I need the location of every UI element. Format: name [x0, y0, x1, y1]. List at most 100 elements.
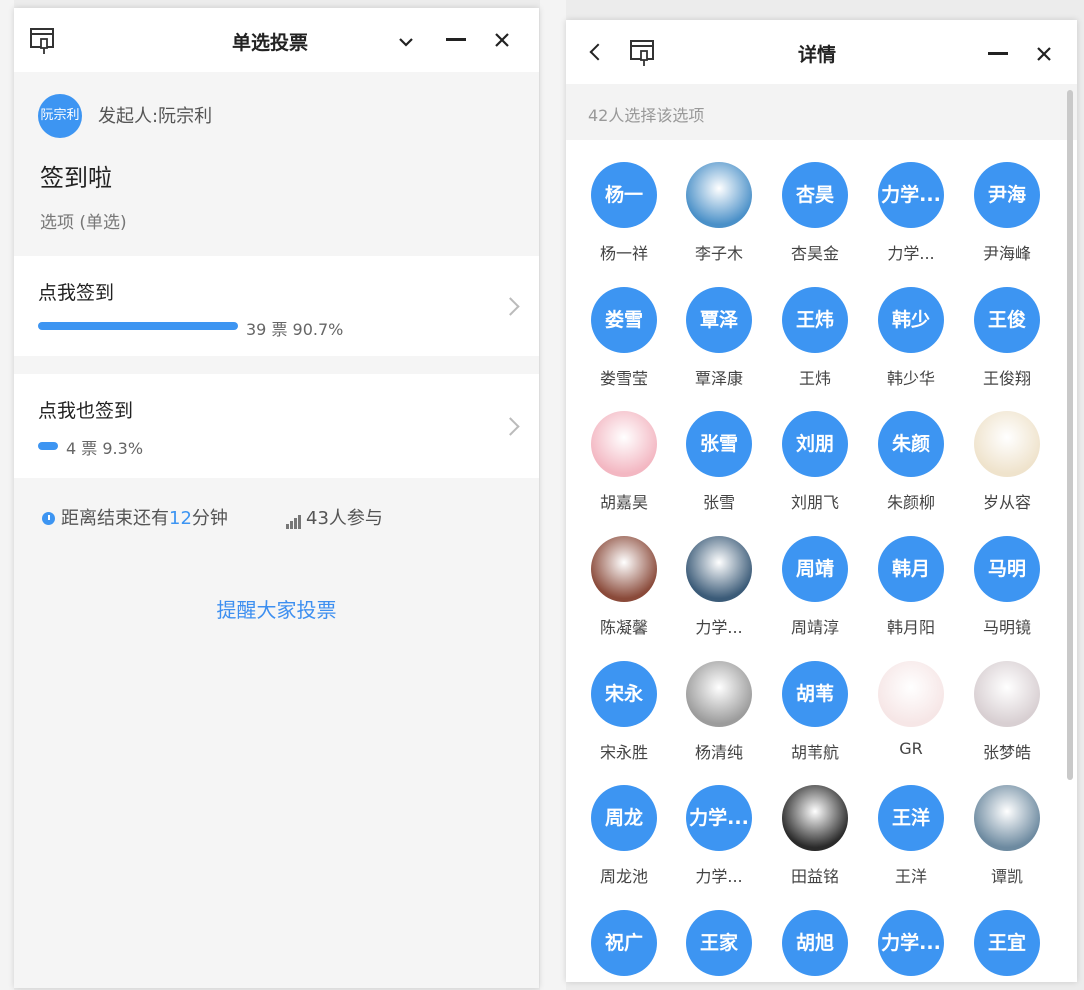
- deadline-suffix: 分钟: [191, 508, 228, 529]
- voter-name: 朱颜柳: [886, 493, 935, 512]
- voter-name: 胡苇航: [790, 743, 839, 762]
- option-card-1[interactable]: 点我签到 39 票 90.7%: [14, 256, 539, 356]
- close-icon[interactable]: [494, 32, 510, 48]
- option-stats: 4 票 9.3%: [66, 435, 143, 459]
- clock-icon: [42, 512, 55, 525]
- voter-avatar: 周靖: [782, 536, 848, 602]
- vote-window-titlebar: 单选投票: [14, 8, 539, 72]
- voter-avatar: 韩月: [878, 536, 944, 602]
- option-progress-bar: [38, 442, 58, 450]
- voter-avatar: 王宜: [974, 910, 1040, 976]
- voter-avatar: 娄雪: [591, 287, 657, 353]
- detail-window-title: 详情: [798, 44, 837, 66]
- option-percent: 9.3%: [102, 439, 144, 458]
- voter-name: 李子木: [694, 244, 743, 263]
- voter-avatar: 宋永: [591, 661, 657, 727]
- voter-photo-avatar: [591, 536, 657, 602]
- option-percent: 90.7%: [292, 320, 344, 339]
- voter-avatar: 朱颜: [878, 411, 944, 477]
- option-label: 点我也签到: [38, 400, 134, 422]
- participants-info: 43人参与: [286, 504, 383, 530]
- voter-photo-avatar: [878, 661, 944, 727]
- remind-vote-button[interactable]: 提醒大家投票: [14, 594, 539, 623]
- chevron-down-icon[interactable]: [398, 36, 414, 48]
- voter-name: 覃泽康: [694, 369, 743, 388]
- minimize-icon[interactable]: [988, 52, 1008, 56]
- voter-avatar: 王炜: [782, 287, 848, 353]
- voter-name: 韩月阳: [886, 618, 935, 637]
- initiator-label: 发起人:阮宗利: [98, 106, 213, 127]
- vote-title: 签到啦: [40, 164, 112, 192]
- voter-name: 杨清纯: [694, 743, 743, 762]
- option-votes: 4 票: [66, 439, 98, 458]
- voter-list-scrollbar[interactable]: [1067, 90, 1073, 780]
- voter-count: 42人选择该选项: [588, 106, 705, 125]
- voter-avatar: 王家: [686, 910, 752, 976]
- voter-name: 尹海峰: [982, 244, 1031, 263]
- deadline-prefix: 距离结束还有: [61, 508, 169, 529]
- voter-photo-avatar: [591, 411, 657, 477]
- vote-type: 选项 (单选): [40, 213, 127, 233]
- voter-avatar: 祝广: [591, 910, 657, 976]
- option-progress-bar: [38, 322, 238, 330]
- vote-window-title: 单选投票: [232, 32, 309, 54]
- deadline-info: 距离结束还有12分钟: [42, 504, 228, 530]
- option-card-2[interactable]: 点我也签到 4 票 9.3%: [14, 374, 539, 478]
- voter-name: 力学...: [887, 244, 935, 263]
- deadline-minutes: 12: [169, 508, 192, 529]
- bar-chart-icon: [286, 508, 302, 529]
- voter-photo-avatar: [974, 411, 1040, 477]
- detail-window-titlebar: 详情: [566, 20, 1077, 84]
- minimize-icon[interactable]: [446, 38, 466, 42]
- voter-name: 力学...: [695, 618, 743, 637]
- pin-window-icon[interactable]: [28, 26, 58, 56]
- chevron-right-icon: [501, 417, 520, 436]
- option-label: 点我签到: [38, 282, 115, 304]
- option-stats: 39 票 90.7%: [246, 316, 343, 340]
- voter-name: 陈凝馨: [599, 618, 648, 637]
- voter-avatar: 杨一: [591, 162, 657, 228]
- voter-name: 杨一祥: [599, 244, 648, 263]
- voter-avatar: 覃泽: [686, 287, 752, 353]
- voter-name: 马明镜: [982, 618, 1031, 637]
- voter-avatar: 韩少: [878, 287, 944, 353]
- background-app-strip-mid: [540, 0, 566, 990]
- voter-avatar: 张雪: [686, 411, 752, 477]
- voter-avatar: 王俊: [974, 287, 1040, 353]
- background-app-strip: [0, 0, 14, 990]
- voter-avatar: 力学...: [686, 785, 752, 851]
- voter-name: 宋永胜: [599, 743, 648, 762]
- pin-window-icon[interactable]: [628, 38, 658, 68]
- voter-name: 力学...: [695, 867, 743, 886]
- voter-name: 韩少华: [886, 369, 935, 388]
- voter-avatar: 刘朋: [782, 411, 848, 477]
- voter-name: 胡嘉昊: [599, 493, 648, 512]
- voter-avatar: 胡旭: [782, 910, 848, 976]
- voter-name: 张雪: [702, 493, 735, 512]
- voter-name: 周龙池: [599, 867, 648, 886]
- voter-detail-window: 详情 42人选择该选项 杨一 杨一祥 李子木 杏昊 杏昊金 力学... 力学... 尹海 尹海峰…: [566, 20, 1077, 982]
- close-icon[interactable]: [1036, 46, 1052, 62]
- voter-avatar: 周龙: [591, 785, 657, 851]
- voter-photo-avatar: [686, 162, 752, 228]
- back-chevron-icon[interactable]: [589, 43, 607, 61]
- voter-avatar: 杏昊: [782, 162, 848, 228]
- vote-window: 单选投票 阮宗利 发起人:阮宗利 签到啦 选项 (单选) 点我签到 39 票 9…: [14, 8, 539, 988]
- voter-photo-avatar: [974, 785, 1040, 851]
- chevron-right-icon: [501, 297, 520, 316]
- voter-name: 杏昊金: [790, 244, 839, 263]
- voter-name: 王俊翔: [982, 369, 1031, 388]
- voter-name: 刘朋飞: [790, 493, 839, 512]
- participants-count: 43人参与: [306, 508, 383, 529]
- voter-name: 张梦皓: [982, 743, 1031, 762]
- initiator-avatar: 阮宗利: [38, 94, 82, 138]
- voter-name: GR: [899, 739, 923, 758]
- voter-name: 田益铭: [790, 867, 839, 886]
- voter-avatar: 王洋: [878, 785, 944, 851]
- voter-name: 岁从容: [982, 493, 1031, 512]
- voter-photo-avatar: [974, 661, 1040, 727]
- option-votes: 39 票: [246, 320, 288, 339]
- voter-name: 周靖淳: [790, 618, 839, 637]
- voter-grid: 杨一 杨一祥 李子木 杏昊 杏昊金 力学... 力学... 尹海 尹海峰 娄雪 娄雪莹 覃泽 覃泽康 王炜…: [566, 140, 1077, 982]
- voter-avatar: 尹海: [974, 162, 1040, 228]
